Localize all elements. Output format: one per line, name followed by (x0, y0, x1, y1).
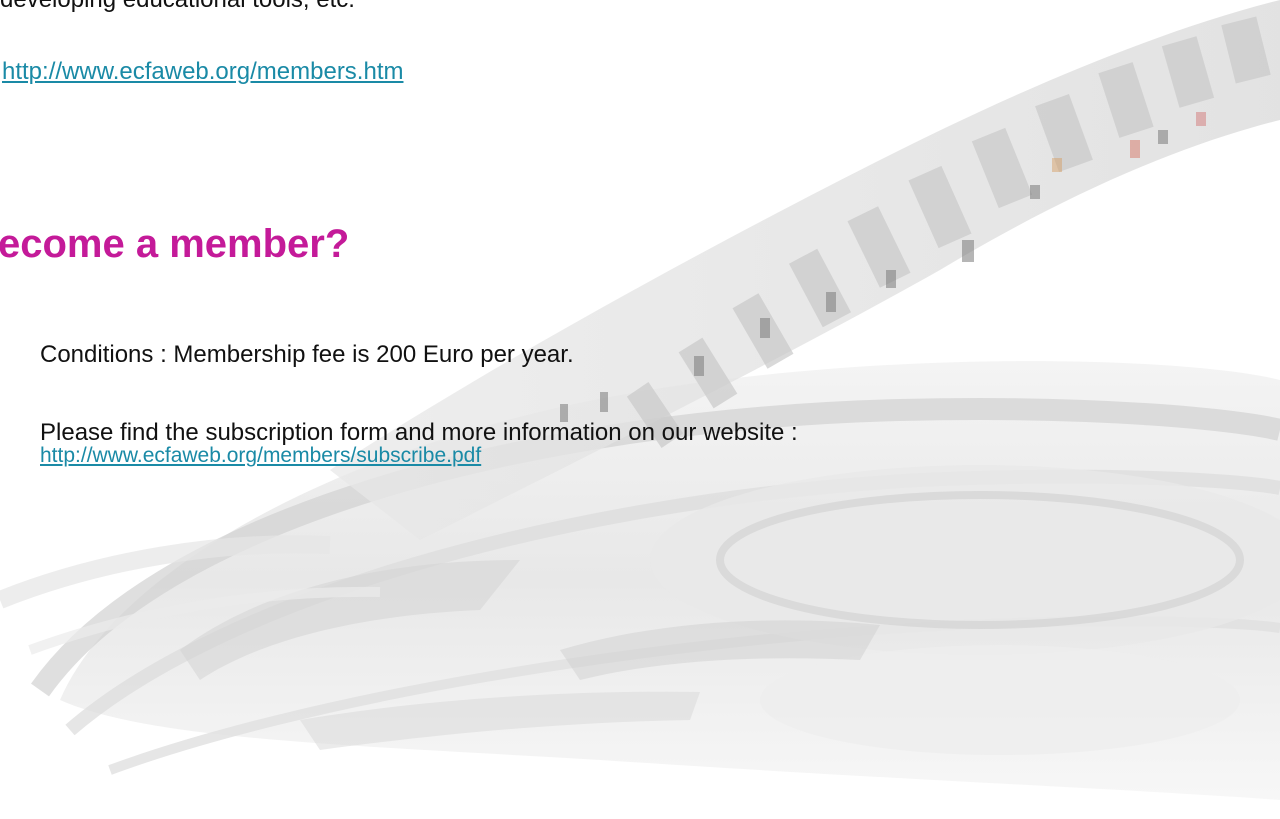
slide: developing educational tools, etc. http:… (0, 0, 1280, 819)
film-reel-watermark (0, 0, 1280, 800)
subscribe-text: Please find the subscription form and mo… (40, 419, 798, 446)
members-link[interactable]: http://www.ecfaweb.org/members.htm (2, 58, 403, 86)
section-heading: ecome a member? (0, 222, 350, 266)
intro-text: developing educational tools, etc. (0, 0, 355, 14)
conditions-text: Conditions : Membership fee is 200 Euro … (40, 341, 574, 368)
subscribe-pdf-link[interactable]: http://www.ecfaweb.org/members/subscribe… (40, 444, 481, 468)
